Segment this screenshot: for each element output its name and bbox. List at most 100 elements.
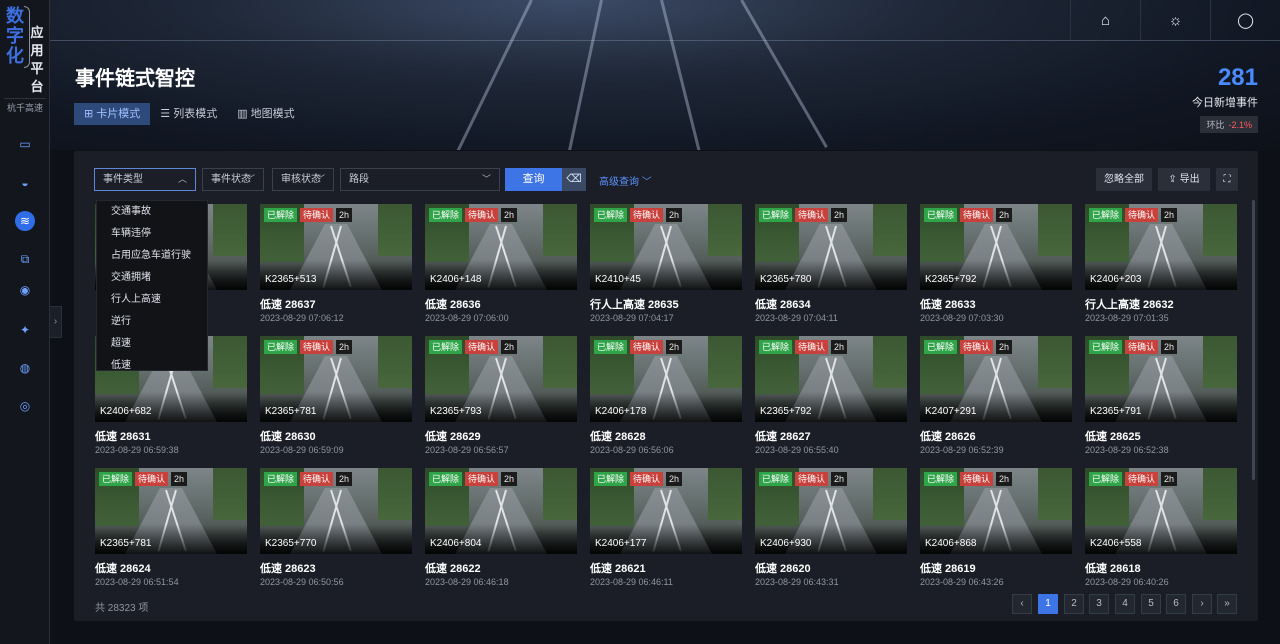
- event-card[interactable]: 已解除 待确认 2h K2407+291 低速 28626 2023-08-29 06:5…: [920, 336, 1072, 468]
- tab-map-mode[interactable]: ▥ 地图模式: [227, 103, 304, 125]
- fullscreen-icon[interactable]: ⛶: [1216, 168, 1238, 191]
- event-card[interactable]: 已解除 待确认 2h K2406+203 行人上高速 28632 2023-08-29 0…: [1085, 204, 1237, 336]
- event-card[interactable]: 已解除 待确认 2h K2406+177 低速 28621 2023-08-29 06:4…: [590, 468, 742, 600]
- car-icon[interactable]: ◒: [15, 173, 35, 193]
- dropdown-option[interactable]: 占用应急车道行驶: [97, 245, 207, 267]
- camera-snapshot[interactable]: 已解除 待确认 2h K2406+178: [590, 336, 742, 422]
- bolt-icon[interactable]: ✦: [15, 320, 35, 340]
- age-badge: 2h: [1161, 472, 1178, 486]
- app-root: 数字化 应用平台 杭千高速 ▭ ◒ ≋ ⧉ ◉ ✦ ◍ ◎ › ⌂ ☼ ◯ 事件…: [0, 0, 1280, 644]
- event-card[interactable]: 已解除 待确认 2h K2406+804 低速 28622 2023-08-29 06:4…: [425, 468, 577, 600]
- target-icon[interactable]: ◎: [15, 396, 35, 416]
- review-status-select[interactable]: 审核状态 ﹀: [272, 168, 334, 191]
- roadside-vegetation: [213, 204, 247, 256]
- monitor-icon[interactable]: ▭: [15, 134, 35, 154]
- roadside-vegetation: [378, 468, 412, 520]
- location-label: K2365+513: [265, 274, 317, 285]
- dropdown-option[interactable]: 超速: [97, 333, 207, 355]
- event-card[interactable]: 已解除 待确认 2h K2365+793 低速 28629 2023-08-29 06:5…: [425, 336, 577, 468]
- next-page-button[interactable]: ›: [1192, 594, 1212, 614]
- page-button[interactable]: 3: [1089, 594, 1109, 614]
- camera-snapshot[interactable]: 已解除 待确认 2h K2365+792: [920, 204, 1072, 290]
- user-icon[interactable]: ◯: [1210, 0, 1280, 40]
- camera-snapshot[interactable]: 已解除 待确认 2h K2406+558: [1085, 468, 1237, 554]
- event-card[interactable]: 已解除 待确认 2h K2365+513 低速 28637 2023-08-29 07:0…: [260, 204, 412, 336]
- dropdown-option[interactable]: 车辆违停: [97, 223, 207, 245]
- resolved-badge: 已解除: [429, 208, 463, 222]
- roadside-vegetation: [1203, 336, 1237, 388]
- camera-snapshot[interactable]: 已解除 待确认 2h K2407+291: [920, 336, 1072, 422]
- event-card[interactable]: 已解除 待确认 2h K2365+781 低速 28630 2023-08-29 06:5…: [260, 336, 412, 468]
- stat-change: 环比 -2.1%: [1200, 116, 1258, 133]
- card-time: 2023-08-29 07:04:11: [755, 313, 838, 323]
- dropdown-option[interactable]: 低速: [97, 355, 207, 377]
- roadside-vegetation: [543, 204, 577, 256]
- home-icon[interactable]: ⌂: [1070, 0, 1140, 40]
- camera-snapshot[interactable]: 已解除 待确认 2h K2406+177: [590, 468, 742, 554]
- event-card[interactable]: 已解除 待确认 2h K2406+930 低速 28620 2023-08-29 06:4…: [755, 468, 907, 600]
- card-time: 2023-08-29 06:56:06: [590, 445, 674, 455]
- camera-snapshot[interactable]: 已解除 待确认 2h K2406+148: [425, 204, 577, 290]
- dropdown-option[interactable]: 行人上高速: [97, 289, 207, 311]
- card-title: 低速 28637: [260, 299, 316, 311]
- resolved-badge: 已解除: [759, 472, 793, 486]
- camera-snapshot[interactable]: 已解除 待确认 2h K2365+792: [755, 336, 907, 422]
- vehicles-icon[interactable]: ⧉: [15, 249, 35, 269]
- event-card[interactable]: 已解除 待确认 2h K2406+178 低速 28628 2023-08-29 06:5…: [590, 336, 742, 468]
- scrollbar[interactable]: [1252, 200, 1255, 480]
- ignore-all-button[interactable]: 忽略全部: [1096, 168, 1152, 191]
- page-button[interactable]: 4: [1115, 594, 1135, 614]
- sidebar-collapse-button[interactable]: ›: [50, 306, 62, 338]
- query-button[interactable]: 查询: [505, 168, 562, 191]
- event-card[interactable]: 已解除 待确认 2h K2365+791 低速 28625 2023-08-29 06:5…: [1085, 336, 1237, 468]
- event-card[interactable]: 已解除 待确认 2h K2365+780 低速 28634 2023-08-29 07:0…: [755, 204, 907, 336]
- sun-icon[interactable]: ☼: [1140, 0, 1210, 40]
- event-card[interactable]: 已解除 待确认 2h K2365+770 低速 28623 2023-08-29 06:5…: [260, 468, 412, 600]
- event-type-select[interactable]: 事件类型 ︿: [94, 168, 196, 191]
- camera-snapshot[interactable]: 已解除 待确认 2h K2365+770: [260, 468, 412, 554]
- event-card[interactable]: 已解除 待确认 2h K2406+868 低速 28619 2023-08-29 06:4…: [920, 468, 1072, 600]
- globe-icon[interactable]: ◍: [15, 358, 35, 378]
- tab-list-mode[interactable]: ☰ 列表模式: [150, 103, 227, 125]
- camera-snapshot[interactable]: 已解除 待确认 2h K2365+513: [260, 204, 412, 290]
- event-card[interactable]: 已解除 待确认 2h K2365+792 低速 28633 2023-08-29 07:0…: [920, 204, 1072, 336]
- last-page-button[interactable]: »: [1217, 594, 1237, 614]
- event-card[interactable]: 已解除 待确认 2h K2406+558 低速 28618 2023-08-29 06:4…: [1085, 468, 1237, 600]
- dropdown-option[interactable]: 交通事故: [97, 201, 207, 223]
- camera-snapshot[interactable]: 已解除 待确认 2h K2406+804: [425, 468, 577, 554]
- camera-snapshot[interactable]: 已解除 待确认 2h K2365+793: [425, 336, 577, 422]
- page-button[interactable]: 6: [1166, 594, 1186, 614]
- camera-snapshot[interactable]: 已解除 待确认 2h K2406+203: [1085, 204, 1237, 290]
- camera-snapshot[interactable]: 已解除 待确认 2h K2365+781: [260, 336, 412, 422]
- page-button[interactable]: 2: [1064, 594, 1084, 614]
- export-button[interactable]: ⇪ 导出: [1158, 168, 1210, 191]
- event-card[interactable]: 已解除 待确认 2h K2365+792 低速 28627 2023-08-29 06:5…: [755, 336, 907, 468]
- event-card[interactable]: 已解除 待确认 2h K2406+148 低速 28636 2023-08-29 07:0…: [425, 204, 577, 336]
- camera-snapshot[interactable]: 已解除 待确认 2h K2365+791: [1085, 336, 1237, 422]
- card-title: 低速 28625: [1085, 431, 1141, 443]
- camera-snapshot[interactable]: 已解除 待确认 2h K2365+780: [755, 204, 907, 290]
- camera-snapshot[interactable]: 已解除 待确认 2h K2406+868: [920, 468, 1072, 554]
- page-button[interactable]: 1: [1038, 594, 1058, 614]
- camera-snapshot[interactable]: 已解除 待确认 2h K2410+45: [590, 204, 742, 290]
- card-time: 2023-08-29 06:52:39: [920, 445, 1004, 455]
- event-status-select[interactable]: 事件状态 ﹀: [202, 168, 264, 191]
- roadside-vegetation: [1203, 468, 1237, 520]
- camera-icon[interactable]: ◉: [15, 280, 35, 300]
- road-select[interactable]: 路段 ﹀: [340, 168, 500, 191]
- clear-icon[interactable]: ⌫: [562, 168, 586, 191]
- prev-page-button[interactable]: ‹: [1012, 594, 1032, 614]
- event-card[interactable]: 已解除 待确认 2h K2365+781 低速 28624 2023-08-29 06:5…: [95, 468, 247, 600]
- layers-icon[interactable]: ≋: [15, 211, 35, 231]
- roadside-vegetation: [213, 468, 247, 520]
- event-card[interactable]: 已解除 待确认 2h K2410+45 行人上高速 28635 2023-08-29 07…: [590, 204, 742, 336]
- card-time: 2023-08-29 06:46:11: [590, 577, 673, 587]
- dropdown-option[interactable]: 逆行: [97, 311, 207, 333]
- location-label: K2406+203: [1090, 274, 1142, 285]
- camera-snapshot[interactable]: 已解除 待确认 2h K2365+781: [95, 468, 247, 554]
- advanced-query-link[interactable]: 高级查询 ﹀: [599, 173, 652, 188]
- page-button[interactable]: 5: [1141, 594, 1161, 614]
- tab-card-mode[interactable]: ⊞ 卡片模式: [74, 103, 151, 125]
- dropdown-option[interactable]: 交通拥堵: [97, 267, 207, 289]
- camera-snapshot[interactable]: 已解除 待确认 2h K2406+930: [755, 468, 907, 554]
